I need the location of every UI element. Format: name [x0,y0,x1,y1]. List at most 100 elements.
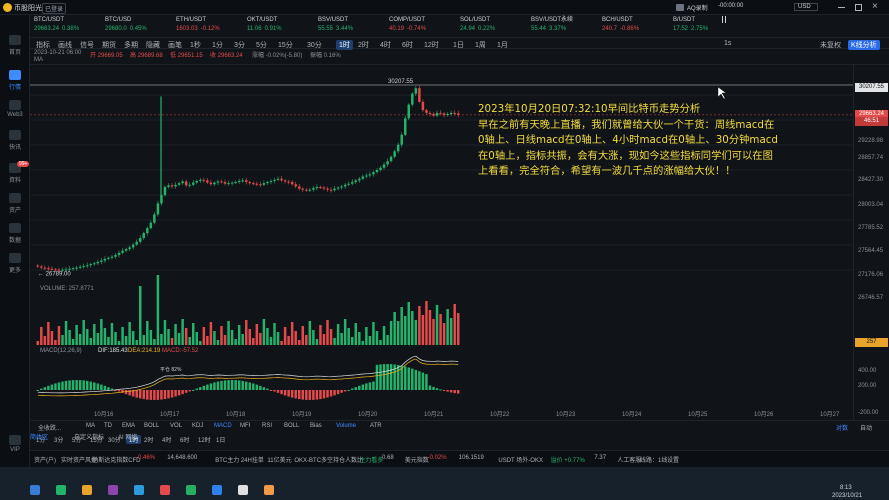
scale-select[interactable]: 1s [724,40,731,47]
ticker-tab[interactable]: SOL/USDT 24.94 0.22% [460,16,528,36]
ticker-bar-item[interactable]: 设置 [667,455,679,464]
ticker-bar-item[interactable]: 0.68 [382,455,394,461]
y-axis-label: 46:51 [855,117,888,126]
macd-bar [85,380,89,390]
period-tab[interactable]: 3分 [54,435,63,444]
indicator-tab[interactable]: MA [86,423,95,429]
ticker-bar-item[interactable]: 主力看多 [359,455,383,464]
bottom-tab[interactable]: AI 网络 [118,432,137,441]
indicator-tab[interactable]: MFI [240,423,250,429]
period-tab[interactable]: 1日 [216,435,225,444]
nav-item-0[interactable]: 首页 [0,35,30,56]
maximize-icon[interactable] [855,4,862,11]
taskbar-app-icon[interactable] [238,485,248,495]
macd-bar [167,390,170,399]
candle [326,188,329,190]
ticker-bar-item[interactable]: 11亿美元 [267,455,291,464]
ticker-bar-item[interactable]: 溢价 +0.77% [551,455,585,464]
minimize-icon[interactable] [838,7,845,8]
period-tab[interactable]: 6时 [180,435,189,444]
nav-item-7[interactable]: 更多 [0,253,30,274]
taskbar-app-icon[interactable] [30,485,40,495]
ticker-tab[interactable]: BSV/USDT永续 55.44 3.37% [531,16,599,36]
ticker-bar-item[interactable]: 美元指数 [405,455,429,464]
ticker-bar-item[interactable]: 14,648.600 [167,455,197,461]
ticker-bar-item[interactable]: -0.02% [428,455,447,461]
taskbar-app-icon[interactable] [264,485,274,495]
macd-bar [181,390,184,395]
ticker-name: COMP/USDT [389,17,425,23]
record-icon[interactable] [676,4,684,11]
nav-icon [9,130,21,140]
ticker-bar-item[interactable]: BTC主力 24H挂单 [215,455,264,464]
volume-bar [322,334,326,345]
ticker-bar-item[interactable]: 106.1519 [459,455,484,461]
indicator-left[interactable]: 全收跌... [38,423,61,432]
login-badge[interactable]: 已登录 [42,3,67,14]
indicator-tab[interactable]: MACD [214,423,232,429]
volume-bar [188,337,191,345]
y-axis-label: 30207.55 [855,83,888,92]
macd-bar [234,380,237,390]
nav-item-3[interactable]: 快讯 [0,130,30,151]
volume-bar [333,338,336,345]
indicator-tab[interactable]: ATR [370,423,382,429]
ticker-tab[interactable]: BCH/USDT 240.7 -0.86% [602,16,670,36]
indicator-tab[interactable]: VOL [170,423,182,429]
aq-label[interactable]: AQ录制 [687,3,708,12]
volume-bar [68,330,71,345]
period-tab[interactable]: 4时 [162,435,171,444]
nav-item-2[interactable]: Web3 [0,100,30,118]
taskbar-app-icon[interactable] [186,485,196,495]
ticker-tab[interactable]: BSV/USDT 55.55 3.44% [318,16,386,36]
ticker-price: 29663.24 [34,26,60,32]
ticker-tab[interactable]: B/USDT 17.52 2.75% [673,16,741,36]
ticker-tab[interactable]: BTC/USDT 29663.24 0.38% [34,16,102,36]
taskbar-app-icon[interactable] [134,485,144,495]
indicator-tab[interactable]: RSI [262,423,272,429]
nav-item-5[interactable]: 资产 [0,193,30,214]
period-tab[interactable]: 2时 [144,435,153,444]
log-scale-toggle[interactable]: 对数 [836,423,848,432]
indicator-tab[interactable]: EMA [122,423,135,429]
ticker-bar-item[interactable]: 人工客服 [617,455,641,464]
nav-item-4[interactable]: 資料 99+ [0,161,30,184]
indicator-tab[interactable]: Bias [310,423,322,429]
candle [407,104,411,119]
macd-bar [365,383,368,390]
ticker-tab[interactable]: OKT/USDT 11.06 0.91% [247,16,315,36]
volume-bar [361,341,365,345]
taskbar-app-icon[interactable] [82,485,92,495]
ticker-bar-item[interactable]: 线路：1线 [640,455,667,464]
ticker-bar-item[interactable]: 7.37 [594,455,606,461]
ticker-bar-item[interactable]: OKX-BTC多空持仓人数比 [294,455,363,464]
ticker-tab[interactable]: COMP/USDT 40.19 -0.74% [389,16,457,36]
currency-select[interactable]: USD [794,3,818,11]
volume-bar [103,328,107,345]
ticker-bar-item[interactable]: USDT 场外-OKX [498,455,543,464]
indicator-tab[interactable]: Volume [336,423,356,429]
ticker-bar-item[interactable]: -0.46% [136,455,155,461]
indicator-tab[interactable]: BOLL [284,423,299,429]
nav-item-1[interactable]: 行情 [0,70,30,91]
ticker-bar-item[interactable]: 纳斯达克指数CFD [92,455,140,464]
indicator-tab[interactable]: TD [104,423,112,429]
auto-scale-toggle[interactable]: 自动 [860,423,872,432]
bottom-tab[interactable]: 自定义指标 [74,432,104,441]
ticker-tab[interactable]: ETH/USDT 1603.03 -0.12% [176,16,244,36]
taskbar-app-icon[interactable] [160,485,170,495]
indicator-tab[interactable]: KDJ [192,423,203,429]
candle [435,112,439,116]
macd-bar [230,380,234,390]
taskbar-app-icon[interactable] [108,485,118,495]
ticker-tab[interactable]: BTC/USD 29680.0 0.45% [105,16,173,36]
bottom-tab[interactable]: 简体区 [30,432,48,441]
indicator-tab[interactable]: BOLL [144,423,159,429]
taskbar-app-icon[interactable] [56,485,66,495]
ticker-bar-item[interactable]: 资产(户) [34,455,56,464]
period-tab[interactable]: 12时 [198,435,211,444]
nav-item-8[interactable]: VIP [0,435,30,453]
close-icon[interactable]: × [872,1,878,12]
nav-item-6[interactable]: 数据 [0,223,30,244]
taskbar-app-icon[interactable] [212,485,222,495]
